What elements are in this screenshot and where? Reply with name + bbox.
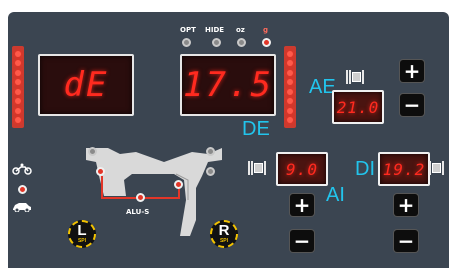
di-weight-icon — [429, 161, 445, 175]
alu-line-left — [101, 176, 103, 198]
opt-indicator[interactable] — [182, 38, 191, 47]
alu-s-indicator[interactable] — [136, 193, 145, 202]
ai-plus-button[interactable]: + — [290, 194, 314, 216]
di-minus-button[interactable]: − — [394, 230, 418, 252]
oz-indicator[interactable] — [237, 38, 246, 47]
g-indicator[interactable] — [262, 38, 271, 47]
plus-icon: + — [293, 193, 311, 217]
hide-indicator[interactable] — [212, 38, 221, 47]
hide-label: HIDE — [205, 26, 225, 34]
wheel-indicator-left[interactable] — [96, 167, 105, 176]
di-display: 19.2 — [378, 152, 430, 186]
ae-weight-icon — [346, 70, 365, 84]
opt-label: OPT — [180, 26, 196, 34]
left-led-bar — [12, 46, 24, 128]
right-led-bar — [284, 46, 296, 128]
right-spi-letter: R — [218, 222, 230, 239]
ai-display: 9.0 — [276, 152, 328, 186]
left-spi-sub: SPI — [77, 238, 87, 244]
ai-value: 9.0 — [286, 159, 318, 179]
ai-minus-button[interactable]: − — [290, 230, 314, 252]
wheel-indicator-inner-right[interactable] — [174, 180, 183, 189]
oz-label: oz — [236, 26, 245, 34]
ae-value: 21.0 — [336, 97, 380, 117]
main-display-left-value: dE — [63, 65, 109, 105]
left-spi-letter: L — [77, 222, 87, 239]
ai-weight-icon — [248, 161, 267, 175]
motorcycle-icon — [12, 160, 32, 175]
alu-line-right — [178, 189, 180, 199]
car-icon — [12, 197, 32, 213]
minus-icon: − — [403, 93, 421, 117]
right-spi-button[interactable]: R SPI — [210, 220, 238, 248]
ae-plus-button[interactable]: + — [400, 60, 424, 82]
ae-display: 21.0 — [332, 90, 384, 124]
ai-label: AI — [326, 184, 345, 206]
g-label: g — [263, 26, 269, 34]
alu-s-label: ALU-S — [126, 208, 150, 216]
di-label: DI — [355, 158, 375, 180]
main-display-right-value: 17.5 — [183, 65, 273, 105]
di-plus-button[interactable]: + — [394, 194, 418, 216]
ae-minus-button[interactable]: − — [400, 94, 424, 116]
left-spi-button[interactable]: L SPI — [68, 220, 96, 248]
di-value: 19.2 — [382, 159, 426, 179]
minus-icon: − — [293, 229, 311, 253]
main-display-right: 17.5 — [180, 54, 276, 116]
plus-icon: + — [403, 59, 421, 83]
de-label: DE — [242, 118, 270, 140]
minus-icon: − — [397, 229, 415, 253]
balancer-panel: dE OPT HIDE oz g 17.5 AE 21.0 + − DE ALU… — [8, 12, 449, 268]
wheel-indicator-top-left[interactable] — [88, 147, 97, 156]
wheel-indicator-top-right[interactable] — [206, 147, 215, 156]
car-mode-indicator[interactable] — [18, 185, 27, 194]
main-display-left: dE — [38, 54, 134, 116]
wheel-profile-diagram — [84, 140, 224, 236]
right-spi-sub: SPI — [219, 238, 229, 244]
plus-icon: + — [397, 193, 415, 217]
wheel-indicator-right[interactable] — [206, 167, 215, 176]
